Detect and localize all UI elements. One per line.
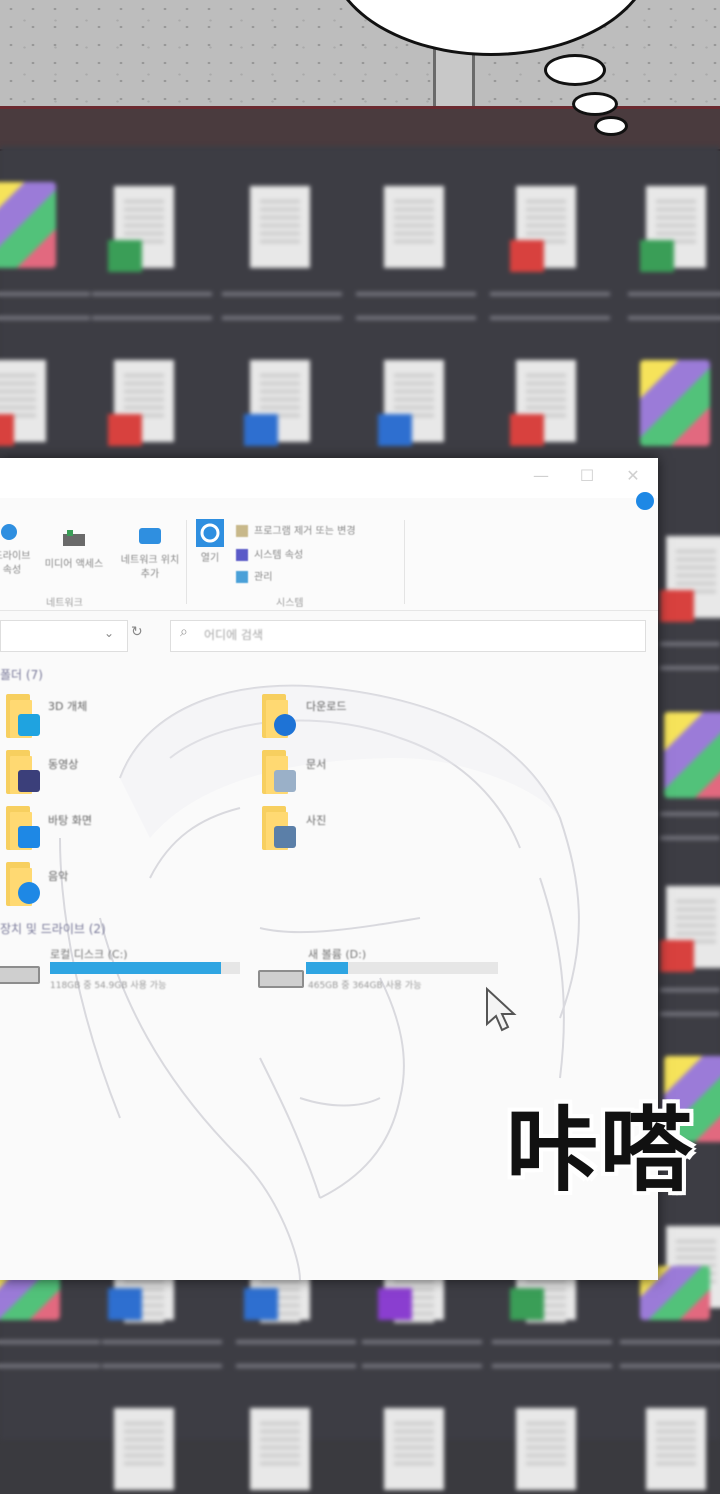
sound-effect-text: 咔嗒 <box>506 1097 695 1204</box>
desktop-icon-label <box>362 1334 482 1374</box>
desktop-icon-file[interactable] <box>660 536 720 622</box>
drive-name[interactable]: 새 볼륨 (D:) <box>308 946 366 962</box>
system-icon <box>236 549 248 561</box>
folder-desktop-icon[interactable] <box>2 806 42 850</box>
thought-dot-2 <box>572 92 618 116</box>
uninstall-program-item[interactable]: 프로그램 제거 또는 변경 <box>236 522 356 537</box>
folder-name[interactable]: 문서 <box>306 756 326 772</box>
manage-icon <box>236 571 248 583</box>
refresh-icon[interactable]: ↻ <box>131 624 143 640</box>
thought-dot-1 <box>544 54 606 86</box>
media-access-icon <box>63 530 85 546</box>
folder-documents-icon[interactable] <box>258 750 298 794</box>
ribbon-item-label: 시스템 속성 <box>254 550 304 561</box>
desktop-icon-label <box>660 982 720 1022</box>
desktop-icon-file[interactable] <box>244 360 314 446</box>
desktop-icon-file[interactable] <box>244 186 314 272</box>
folder-name[interactable]: 음악 <box>48 868 68 884</box>
folder-3d-objects-icon[interactable] <box>2 694 42 738</box>
ribbon-item-label: 프로그램 제거 또는 변경 <box>254 526 356 537</box>
drive-d-usage-bar <box>306 962 498 974</box>
folder-name[interactable]: 사진 <box>306 812 326 828</box>
chevron-down-icon[interactable]: ⌄ <box>104 626 114 640</box>
desktop-icon-label <box>660 806 720 846</box>
desktop-icon-file[interactable] <box>378 1408 448 1494</box>
desktop-icon-file[interactable] <box>108 1408 178 1494</box>
media-access-button[interactable]: 미디어 액세스 <box>34 528 114 572</box>
drive-d-icon[interactable] <box>258 970 304 988</box>
system-properties-item[interactable]: 시스템 속성 <box>236 546 303 561</box>
search-placeholder: 어디에 검색 <box>204 628 264 642</box>
desktop-icon-file[interactable] <box>640 186 710 272</box>
help-icon[interactable] <box>636 492 654 510</box>
ribbon-separator <box>186 520 187 604</box>
desktop-icon-label <box>102 1334 222 1374</box>
ribbon-item-label: 관리 <box>254 572 273 583</box>
search-icon: ⌕ <box>180 624 188 640</box>
drive-free-space: 118GB 중 54.9GB 사용 가능 <box>50 981 167 991</box>
desktop-icon-file[interactable] <box>0 360 50 446</box>
folder-name[interactable]: 동영상 <box>48 756 78 772</box>
ribbon-separator <box>404 520 405 604</box>
desktop-icon-file[interactable] <box>244 1408 314 1494</box>
ribbon-group-network: 네트워크 <box>46 598 83 609</box>
folders-section-header[interactable]: 폴더 (7) <box>0 666 43 683</box>
desktop-icon-label <box>0 1334 100 1374</box>
ribbon-group-system: 시스템 <box>276 598 304 609</box>
ribbon-button-label: 열기 <box>200 553 220 564</box>
add-network-location-button[interactable]: 네트워크 위치 추가 <box>118 524 182 582</box>
drive-c-usage-bar <box>50 962 240 974</box>
drive-c-icon[interactable] <box>0 966 40 984</box>
desktop-icon-label <box>660 636 720 676</box>
folder-pictures-icon[interactable] <box>258 806 298 850</box>
desktop-icon-file[interactable] <box>510 186 580 272</box>
properties-icon <box>1 524 17 540</box>
desktop-icon-label <box>222 286 342 326</box>
drive-name[interactable]: 로컬 디스크 (C:) <box>50 946 128 962</box>
ribbon-button-label: 드라이브 속성 <box>0 551 31 576</box>
desktop-icon-file[interactable] <box>510 1408 580 1494</box>
close-button[interactable]: ✕ <box>616 464 650 488</box>
ribbon-button-label: 미디어 액세스 <box>44 559 104 570</box>
desktop-icon-label <box>620 1334 720 1374</box>
desktop-icon-label <box>236 1334 356 1374</box>
desktop-icon-label <box>92 286 212 326</box>
comic-panel-top <box>0 0 720 108</box>
desktop-icon-file[interactable] <box>510 360 580 446</box>
desktop-icon-file[interactable] <box>640 1408 710 1494</box>
desktop-icon-label <box>492 1334 612 1374</box>
desktop-icon-label <box>490 286 610 326</box>
drives-section-header[interactable]: 장치 및 드라이브 (2) <box>0 920 106 937</box>
desktop-icon-file[interactable] <box>660 886 720 972</box>
folder-music-icon[interactable] <box>2 862 42 906</box>
desktop-icon-image[interactable] <box>640 360 710 446</box>
folder-videos-icon[interactable] <box>2 750 42 794</box>
desktop-icon-image[interactable] <box>0 182 56 268</box>
desktop-icon-file[interactable] <box>378 186 448 272</box>
folder-name[interactable]: 다운로드 <box>306 698 346 714</box>
drive-free-space: 465GB 중 364GB 사용 가능 <box>308 981 422 991</box>
desktop-icon-file[interactable] <box>108 186 178 272</box>
manage-item[interactable]: 관리 <box>236 568 272 583</box>
program-icon <box>236 525 248 537</box>
network-location-icon <box>139 528 161 544</box>
desktop-icon-file[interactable] <box>378 360 448 446</box>
title-bar <box>0 458 658 498</box>
drive-properties-button[interactable]: 드라이브 속성 <box>0 520 32 578</box>
maximize-button[interactable]: ☐ <box>570 464 604 488</box>
desktop-icon-label <box>356 286 476 326</box>
desktop-icon-image[interactable] <box>664 712 720 798</box>
folder-downloads-icon[interactable] <box>258 694 298 738</box>
folder-name[interactable]: 3D 개체 <box>48 698 87 714</box>
desktop-icon-file[interactable] <box>108 360 178 446</box>
mouse-cursor-icon <box>486 986 517 1032</box>
open-settings-button[interactable]: 열기 <box>192 518 228 566</box>
folder-name[interactable]: 바탕 화면 <box>48 812 92 828</box>
desktop-icon-label <box>628 286 720 326</box>
minimize-button[interactable]: — <box>524 464 558 488</box>
ribbon-button-label: 네트워크 위치 추가 <box>120 555 180 580</box>
gear-icon <box>196 519 224 547</box>
desktop-icon-label <box>0 286 90 326</box>
thought-dot-3 <box>594 116 628 136</box>
